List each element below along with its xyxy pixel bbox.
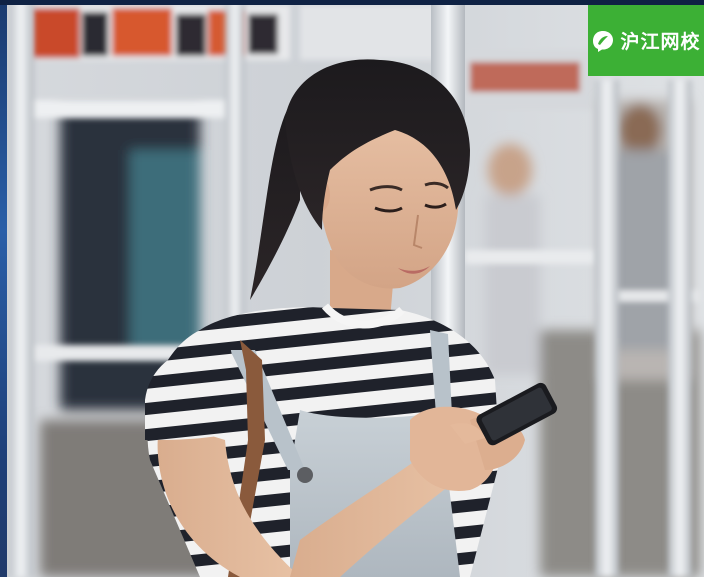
logo-text: 沪江网校 (620, 31, 701, 53)
left-edge-strip (0, 0, 7, 577)
leaf-chat-bubble-icon (593, 30, 614, 52)
subway-scene (0, 0, 704, 577)
video-frame: 沪江网校 (0, 0, 704, 577)
brand-logo: 沪江网校 (588, 5, 704, 76)
